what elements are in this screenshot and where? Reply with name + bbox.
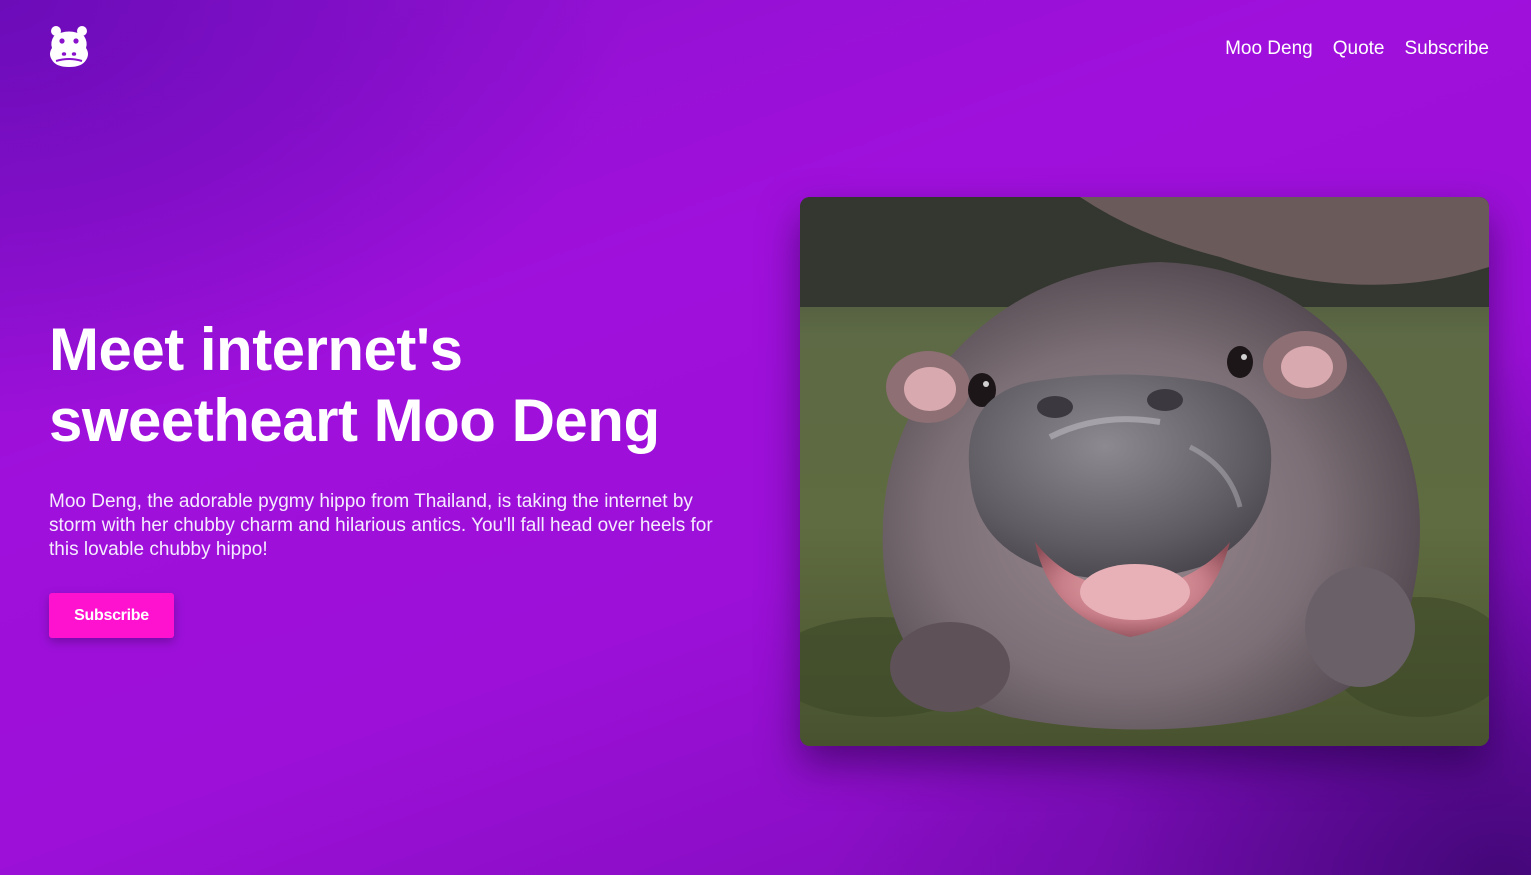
nav-link-quote[interactable]: Quote (1333, 37, 1385, 61)
subscribe-button[interactable]: Subscribe (49, 593, 174, 638)
hero-section: Meet internet's sweetheart Moo Deng Moo … (49, 314, 749, 638)
hero-photo (800, 197, 1489, 746)
site-header: Moo Deng Quote Subscribe (0, 0, 1531, 100)
hero-title: Meet internet's sweetheart Moo Deng (49, 316, 660, 454)
hippo-logo-icon[interactable] (48, 24, 90, 68)
nav-link-moo-deng[interactable]: Moo Deng (1225, 37, 1313, 61)
hero-description: Moo Deng, the adorable pygmy hippo from … (49, 491, 713, 560)
nav-link-subscribe[interactable]: Subscribe (1405, 37, 1490, 61)
main-nav: Moo Deng Quote Subscribe (1225, 37, 1489, 61)
